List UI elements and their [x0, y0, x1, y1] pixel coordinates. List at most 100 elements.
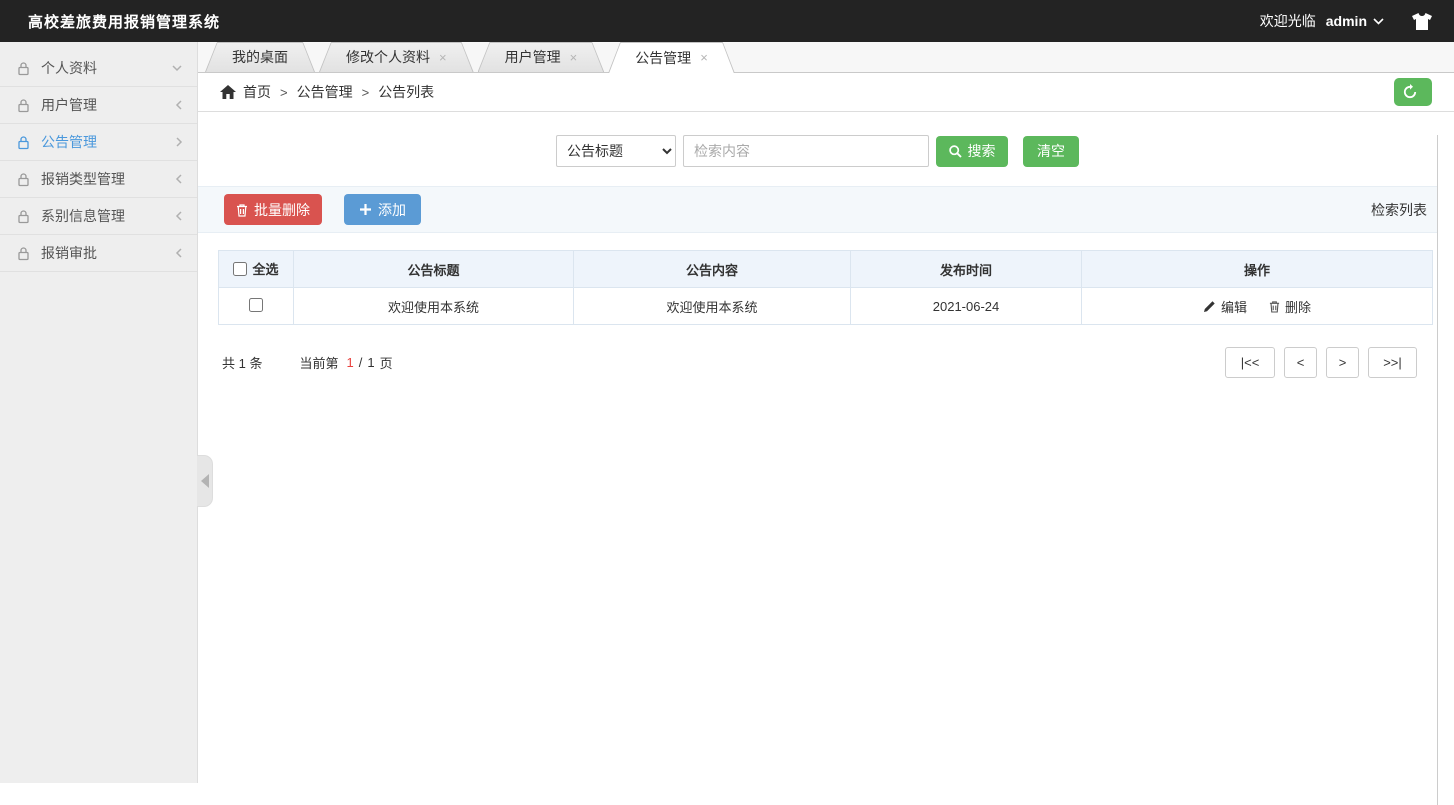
grid-title: 检索列表: [1371, 200, 1427, 220]
refresh-icon: [1402, 84, 1418, 100]
clear-button[interactable]: 清空: [1023, 136, 1079, 167]
breadcrumb-notice-list[interactable]: 公告列表: [378, 82, 434, 102]
page-separator: /: [359, 355, 363, 370]
sidebar-item-label: 用户管理: [41, 95, 165, 115]
add-button[interactable]: 添加: [344, 194, 421, 225]
cell-publish-date: 2021-06-24: [851, 288, 1082, 325]
search-button[interactable]: 搜索: [936, 136, 1008, 167]
search-bar: 公告标题 搜索 清空: [198, 135, 1437, 167]
tab-label: 公告管理: [635, 48, 691, 68]
page-suffix: 页: [380, 353, 393, 372]
chevron-left-icon: [175, 173, 183, 185]
chevron-left-icon: [175, 99, 183, 111]
lock-icon: [16, 246, 31, 261]
sidebar-collapse-handle[interactable]: [197, 455, 213, 507]
username: admin: [1326, 13, 1367, 29]
column-header-publish-date: 发布时间: [851, 251, 1082, 288]
breadcrumb-home[interactable]: 首页: [243, 82, 271, 102]
clear-button-label: 清空: [1037, 141, 1065, 161]
sidebar-item-department-info-management[interactable]: 系别信息管理: [0, 198, 197, 235]
app-title: 高校差旅费用报销管理系统: [28, 11, 220, 32]
notice-table: 全选 公告标题 公告内容 发布时间 操作 欢迎使用本系统 欢迎使用本系统: [218, 250, 1433, 325]
lock-icon: [16, 98, 31, 113]
select-all-checkbox[interactable]: [233, 262, 247, 276]
main-content: 我的桌面 修改个人资料 × 用户管理 × 公告管理 × 首页 > 公告管理 > …: [198, 42, 1454, 783]
sidebar-item-expense-type-management[interactable]: 报销类型管理: [0, 161, 197, 198]
search-icon: [949, 145, 962, 158]
search-category-select[interactable]: 公告标题: [556, 135, 676, 167]
first-page-button[interactable]: |<<: [1225, 347, 1275, 378]
chevron-left-icon: [175, 210, 183, 222]
delete-link[interactable]: 删除: [1269, 297, 1311, 316]
close-icon[interactable]: ×: [570, 51, 578, 64]
column-header-actions: 操作: [1082, 251, 1433, 288]
lock-icon: [16, 135, 31, 150]
refresh-button[interactable]: [1394, 78, 1432, 106]
chevron-down-icon: [171, 64, 183, 72]
sidebar-item-notice-management[interactable]: 公告管理: [0, 124, 197, 161]
page-body: 公告标题 搜索 清空 批量删除 添加: [198, 135, 1438, 805]
sidebar-item-label: 公告管理: [41, 132, 165, 152]
chevron-left-icon: [175, 247, 183, 259]
cell-notice-title: 欢迎使用本系统: [294, 288, 574, 325]
chevron-down-icon: [1373, 17, 1384, 25]
chevron-right-icon: [175, 136, 183, 148]
tab-bar: 我的桌面 修改个人资料 × 用户管理 × 公告管理 ×: [198, 42, 1454, 73]
grid-toolbar: 批量删除 添加 检索列表: [198, 186, 1437, 233]
welcome-text: 欢迎光临: [1260, 11, 1316, 31]
sidebar-item-profile[interactable]: 个人资料: [0, 50, 197, 87]
close-icon[interactable]: ×: [439, 51, 447, 64]
column-header-content: 公告内容: [574, 251, 851, 288]
sidebar-item-expense-approval[interactable]: 报销审批: [0, 235, 197, 272]
tab-my-desktop[interactable]: 我的桌面: [205, 42, 315, 72]
trash-icon: [236, 203, 248, 217]
lock-icon: [16, 209, 31, 224]
theme-shirt-icon[interactable]: [1412, 13, 1432, 30]
prev-page-button[interactable]: <: [1284, 347, 1317, 378]
pencil-icon: [1203, 300, 1216, 313]
sidebar-item-user-management[interactable]: 用户管理: [0, 87, 197, 124]
lock-icon: [16, 172, 31, 187]
pagination-info: 共 1 条 当前第 1 / 1 页: [222, 353, 393, 372]
triangle-left-icon: [201, 474, 209, 488]
last-page-button[interactable]: >>|: [1368, 347, 1417, 378]
tab-label: 我的桌面: [232, 47, 288, 67]
add-button-label: 添加: [378, 200, 406, 220]
search-button-label: 搜索: [968, 141, 996, 161]
select-all-label: 全选: [252, 259, 278, 278]
sidebar-item-label: 报销审批: [41, 243, 165, 263]
table-row: 欢迎使用本系统 欢迎使用本系统 2021-06-24 编辑: [219, 288, 1433, 325]
breadcrumb: 首页 > 公告管理 > 公告列表: [198, 73, 1454, 112]
sidebar-item-label: 系别信息管理: [41, 206, 165, 226]
row-checkbox[interactable]: [249, 298, 263, 312]
delete-label: 删除: [1285, 297, 1311, 316]
current-page-number: 1: [346, 355, 353, 370]
pagination: 共 1 条 当前第 1 / 1 页 |<< < > >>|: [222, 347, 1417, 378]
tab-label: 用户管理: [505, 47, 561, 67]
tab-notice-management[interactable]: 公告管理 ×: [608, 42, 735, 73]
edit-link[interactable]: 编辑: [1203, 297, 1247, 316]
sidebar: 个人资料 用户管理 公告管理 报销类型管理 系别信息管理 报销审批: [0, 42, 198, 783]
sidebar-item-label: 报销类型管理: [41, 169, 165, 189]
table-header-row: 全选 公告标题 公告内容 发布时间 操作: [219, 251, 1433, 288]
top-bar: 高校差旅费用报销管理系统 欢迎光临 admin: [0, 0, 1454, 42]
tab-user-management[interactable]: 用户管理 ×: [478, 42, 605, 72]
home-icon: [220, 85, 236, 99]
tab-label: 修改个人资料: [346, 47, 430, 67]
close-icon[interactable]: ×: [700, 51, 708, 64]
batch-delete-button[interactable]: 批量删除: [224, 194, 322, 225]
tab-edit-profile[interactable]: 修改个人资料 ×: [319, 42, 474, 72]
lock-icon: [16, 61, 31, 76]
sidebar-item-label: 个人资料: [41, 58, 161, 78]
user-menu[interactable]: admin: [1326, 13, 1384, 29]
trash-icon: [1269, 300, 1280, 313]
total-count-text: 共 1 条: [222, 353, 262, 372]
batch-delete-label: 批量删除: [254, 200, 310, 220]
breadcrumb-separator: >: [362, 85, 370, 100]
next-page-button[interactable]: >: [1326, 347, 1359, 378]
search-input[interactable]: [683, 135, 929, 167]
cell-notice-content: 欢迎使用本系统: [574, 288, 851, 325]
breadcrumb-notice-management[interactable]: 公告管理: [297, 82, 353, 102]
plus-icon: [359, 203, 372, 216]
breadcrumb-separator: >: [280, 85, 288, 100]
